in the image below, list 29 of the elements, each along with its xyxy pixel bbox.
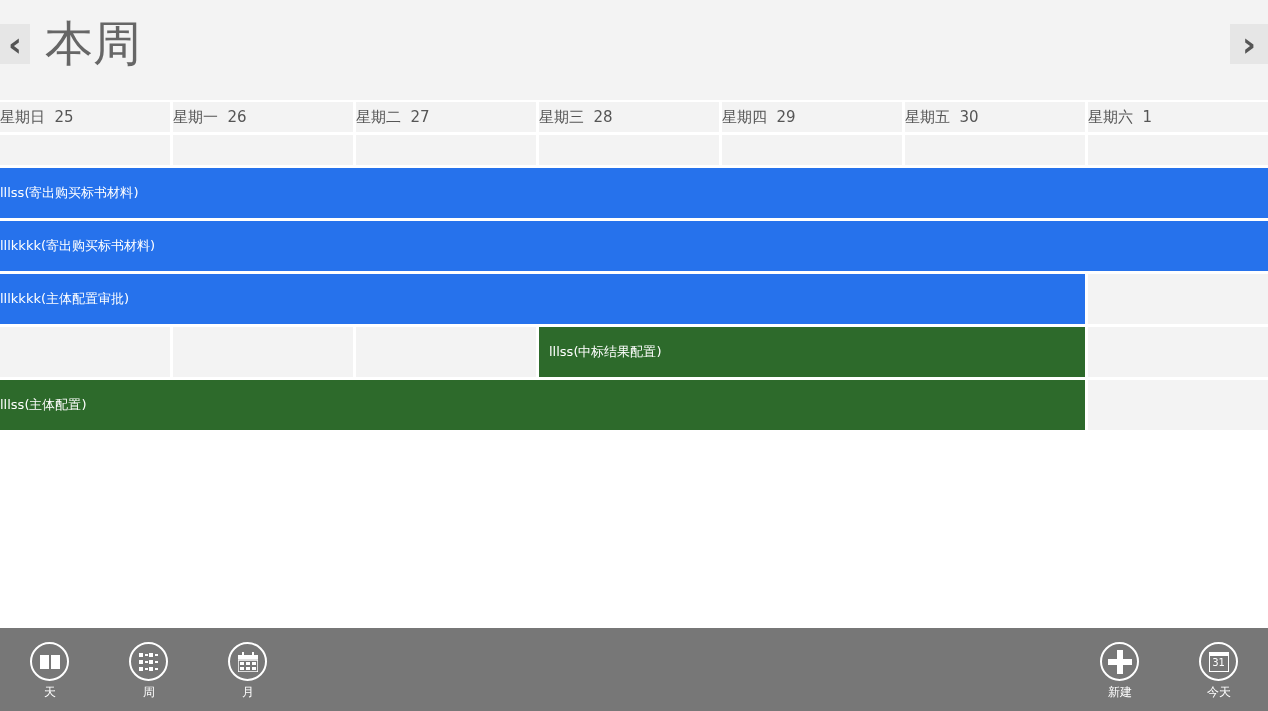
previous-button[interactable]: ‹ — [0, 24, 30, 64]
event-title: lllss(中标结果配置) — [549, 343, 662, 361]
event-bar-segment[interactable] — [539, 327, 722, 377]
calendar-icon — [237, 651, 258, 672]
day-header: 星期四 29 — [722, 102, 905, 132]
two-panel-icon — [39, 654, 60, 669]
day-header: 星期二 27 — [356, 102, 539, 132]
app-bar-button[interactable]: 周 — [99, 642, 198, 711]
app-bar-button[interactable]: 新建 — [1070, 642, 1169, 711]
day-header: 星期三 28 — [539, 102, 722, 132]
event-title: lllkkkk(寄出购买标书材料) — [0, 237, 156, 255]
next-button[interactable]: › — [1230, 24, 1268, 64]
event-bar-segment[interactable] — [0, 168, 173, 218]
event-title: lllss(寄出购买标书材料) — [0, 184, 139, 202]
event-bar-segment[interactable] — [0, 380, 173, 430]
app-bar-button[interactable]: 天 — [0, 642, 99, 711]
event-bar-segment[interactable] — [0, 221, 173, 271]
event-title: lllss(主体配置) — [0, 396, 87, 414]
day-header: 星期一 26 — [173, 102, 356, 132]
grid-list-icon — [138, 652, 159, 671]
event-bar-segment[interactable] — [0, 274, 173, 324]
app-bar-button[interactable]: 31 今天 — [1169, 642, 1268, 711]
event-title: lllkkkk(主体配置审批) — [0, 290, 130, 308]
day-header: 星期六 1 — [1088, 102, 1268, 132]
plus-icon — [1107, 649, 1132, 674]
app-bar-button[interactable]: 月 — [198, 642, 297, 711]
page-title: 本周 — [45, 14, 141, 73]
day-header: 星期五 30 — [905, 102, 1088, 132]
day-header: 星期日 25 — [0, 102, 173, 132]
